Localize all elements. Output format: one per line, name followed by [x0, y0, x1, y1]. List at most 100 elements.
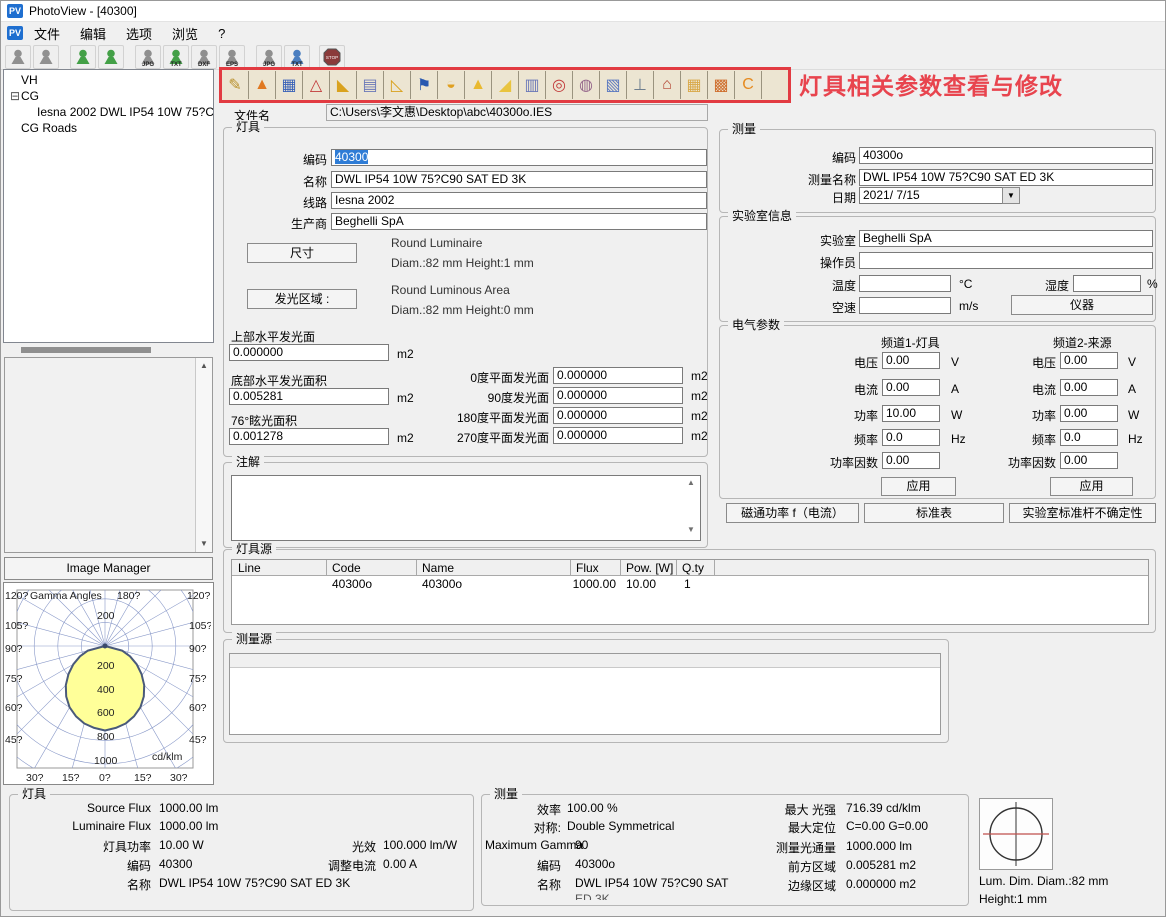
col-pow[interactable]: Pow. [W]: [626, 561, 673, 575]
c-gamma-icon[interactable]: C: [735, 71, 762, 99]
luminous-area-button[interactable]: 发光区域 :: [247, 289, 357, 309]
col-line[interactable]: Line: [238, 561, 261, 575]
intensity-table-icon[interactable]: ▦: [276, 71, 303, 99]
ch2-power-factor-field[interactable]: 0.00: [1060, 452, 1118, 469]
pole-diagram-icon[interactable]: ⊥: [627, 71, 654, 99]
photometry-gray-2-icon[interactable]: [33, 45, 59, 69]
bottom-surface-field[interactable]: 0.005281: [229, 388, 389, 405]
stop-icon[interactable]: STOP: [319, 45, 345, 69]
flag-icon[interactable]: ⚑: [411, 71, 438, 99]
menu-item[interactable]: ?: [209, 24, 234, 43]
scroll-up-icon[interactable]: ▲: [196, 358, 212, 374]
road-house-icon[interactable]: ⌂: [654, 71, 681, 99]
standard-table-button[interactable]: 标准表: [864, 503, 1004, 523]
temperature-field[interactable]: [859, 275, 951, 292]
luminaire-code-field[interactable]: 40300: [331, 149, 707, 166]
cartesian-curve-icon[interactable]: ◺: [384, 71, 411, 99]
tree-item[interactable]: Iesna 2002 DWL IP54 10W 75?C90: [4, 104, 213, 120]
ch1-current-field[interactable]: 0.00: [882, 379, 940, 396]
photometric-chart-icon[interactable]: ▲: [249, 71, 276, 99]
ch1-voltage-field[interactable]: 0.00: [882, 352, 940, 369]
lab-field[interactable]: Beghelli SpA: [859, 230, 1153, 247]
ch2-power-field[interactable]: 0.00: [1060, 405, 1118, 422]
export-jpg-icon[interactable]: JPG: [135, 45, 161, 69]
image-manager-button[interactable]: Image Manager: [4, 557, 213, 580]
ch2-frequency-field[interactable]: 0.0: [1060, 429, 1118, 446]
col-flux[interactable]: Flux: [576, 561, 599, 575]
ch2-apply-button[interactable]: 应用: [1050, 477, 1133, 496]
notes-textarea[interactable]: [231, 475, 701, 541]
luminance-dome-icon[interactable]: ◒: [438, 71, 465, 99]
lab-uncertainty-button[interactable]: 实验室标准杆不确定性: [1009, 503, 1156, 523]
instrument-button[interactable]: 仪器: [1011, 295, 1153, 315]
plane180-field[interactable]: 0.000000: [553, 407, 683, 424]
col-code[interactable]: Code: [332, 561, 361, 575]
size-button[interactable]: 尺寸: [247, 243, 357, 263]
tree-item[interactable]: VH: [4, 72, 213, 88]
ch1-power-field[interactable]: 10.00: [882, 405, 940, 422]
menu-item[interactable]: 选项: [117, 22, 161, 45]
horizontal-scrollbar-thumb[interactable]: [21, 347, 151, 353]
measurement-name-field[interactable]: DWL IP54 10W 75?C90 SAT ED 3K: [859, 169, 1153, 186]
sources-table-header[interactable]: Line Code Name Flux Pow. [W] Q.ty: [232, 560, 1148, 576]
scroll-down-icon[interactable]: ▼: [196, 536, 212, 552]
photometry-edit-icon[interactable]: [70, 45, 96, 69]
color-table-icon[interactable]: ▩: [708, 71, 735, 99]
operator-field[interactable]: [859, 252, 1153, 269]
tree-expander-icon[interactable]: ⊟: [10, 88, 21, 104]
menu-app-icon[interactable]: PV: [7, 26, 23, 40]
area-curve-icon[interactable]: ◢: [492, 71, 519, 99]
isocandela-icon[interactable]: ▲: [465, 71, 492, 99]
plane90-field[interactable]: 0.000000: [553, 387, 683, 404]
photometry-green-icon[interactable]: [98, 45, 124, 69]
menu-item[interactable]: 编辑: [71, 22, 115, 45]
polar-curve-icon[interactable]: ◣: [330, 71, 357, 99]
notes-scroll-down-icon[interactable]: ▼: [687, 525, 695, 534]
airspeed-field[interactable]: [859, 297, 951, 314]
luminaire-line-field[interactable]: Iesna 2002: [331, 192, 707, 209]
copy-txt-icon[interactable]: TXT: [284, 45, 310, 69]
col-name[interactable]: Name: [422, 561, 454, 575]
ch2-current-field[interactable]: 0.00: [1060, 379, 1118, 396]
ch1-power-factor-field[interactable]: 0.00: [882, 452, 940, 469]
cie-table-icon[interactable]: ▥: [519, 71, 546, 99]
edit-icon[interactable]: ✎: [222, 71, 249, 99]
sources-table-row[interactable]: 40300o 40300o 1000.00 10.00 1: [232, 576, 1148, 592]
vertical-scrollbar[interactable]: ▲ ▼: [195, 358, 212, 552]
upper-surface-field[interactable]: 0.000000: [229, 344, 389, 361]
plane0-field[interactable]: 0.000000: [553, 367, 683, 384]
efficiency-value: 100.00 %: [567, 801, 618, 815]
flux-power-button[interactable]: 磁通功率 f（电流）: [726, 503, 859, 523]
measurement-code-field[interactable]: 40300o: [859, 147, 1153, 164]
sphere-diagram-icon[interactable]: ◍: [573, 71, 600, 99]
luminaire-name-field[interactable]: DWL IP54 10W 75?C90 SAT ED 3K: [331, 171, 707, 188]
manufacturer-field[interactable]: Beghelli SpA: [331, 213, 707, 230]
ch2-voltage-field[interactable]: 0.00: [1060, 352, 1118, 369]
tree-item[interactable]: CG Roads: [4, 120, 213, 136]
export-txt-icon[interactable]: TXT: [163, 45, 189, 69]
notes-scroll-up-icon[interactable]: ▲: [687, 478, 695, 487]
ch1-frequency-field[interactable]: 0.0: [882, 429, 940, 446]
menu-item[interactable]: 文件: [25, 22, 69, 45]
airspeed-unit: m/s: [959, 299, 978, 313]
photometry-gray-icon[interactable]: [5, 45, 31, 69]
tree-item[interactable]: ⊟CG: [4, 88, 213, 104]
ring-diagram-icon[interactable]: ◎: [546, 71, 573, 99]
copy-jpg-icon[interactable]: JPG: [256, 45, 282, 69]
date-dropdown-icon[interactable]: ▼: [1002, 187, 1020, 204]
filename-field[interactable]: C:\Users\李文惠\Desktop\abc\40300o.IES: [326, 104, 708, 121]
ch1-apply-button[interactable]: 应用: [881, 477, 956, 496]
menu-item[interactable]: 浏览: [163, 22, 207, 45]
measurement-sources-list[interactable]: [229, 653, 941, 735]
plane270-field[interactable]: 0.000000: [553, 427, 683, 444]
humidity-field[interactable]: [1073, 275, 1141, 292]
export-dxf-icon[interactable]: DXF: [191, 45, 217, 69]
date-combobox[interactable]: 2021/ 7/15: [859, 187, 1019, 204]
data-table-icon[interactable]: ▧: [600, 71, 627, 99]
export-eps-icon[interactable]: EPS: [219, 45, 245, 69]
matrix-grid-icon[interactable]: ▦: [681, 71, 708, 99]
ugr-table-icon[interactable]: ▤: [357, 71, 384, 99]
glare-area-field[interactable]: 0.001278: [229, 428, 389, 445]
cone-diagram-icon[interactable]: △: [303, 71, 330, 99]
col-qty[interactable]: Q.ty: [682, 561, 704, 575]
